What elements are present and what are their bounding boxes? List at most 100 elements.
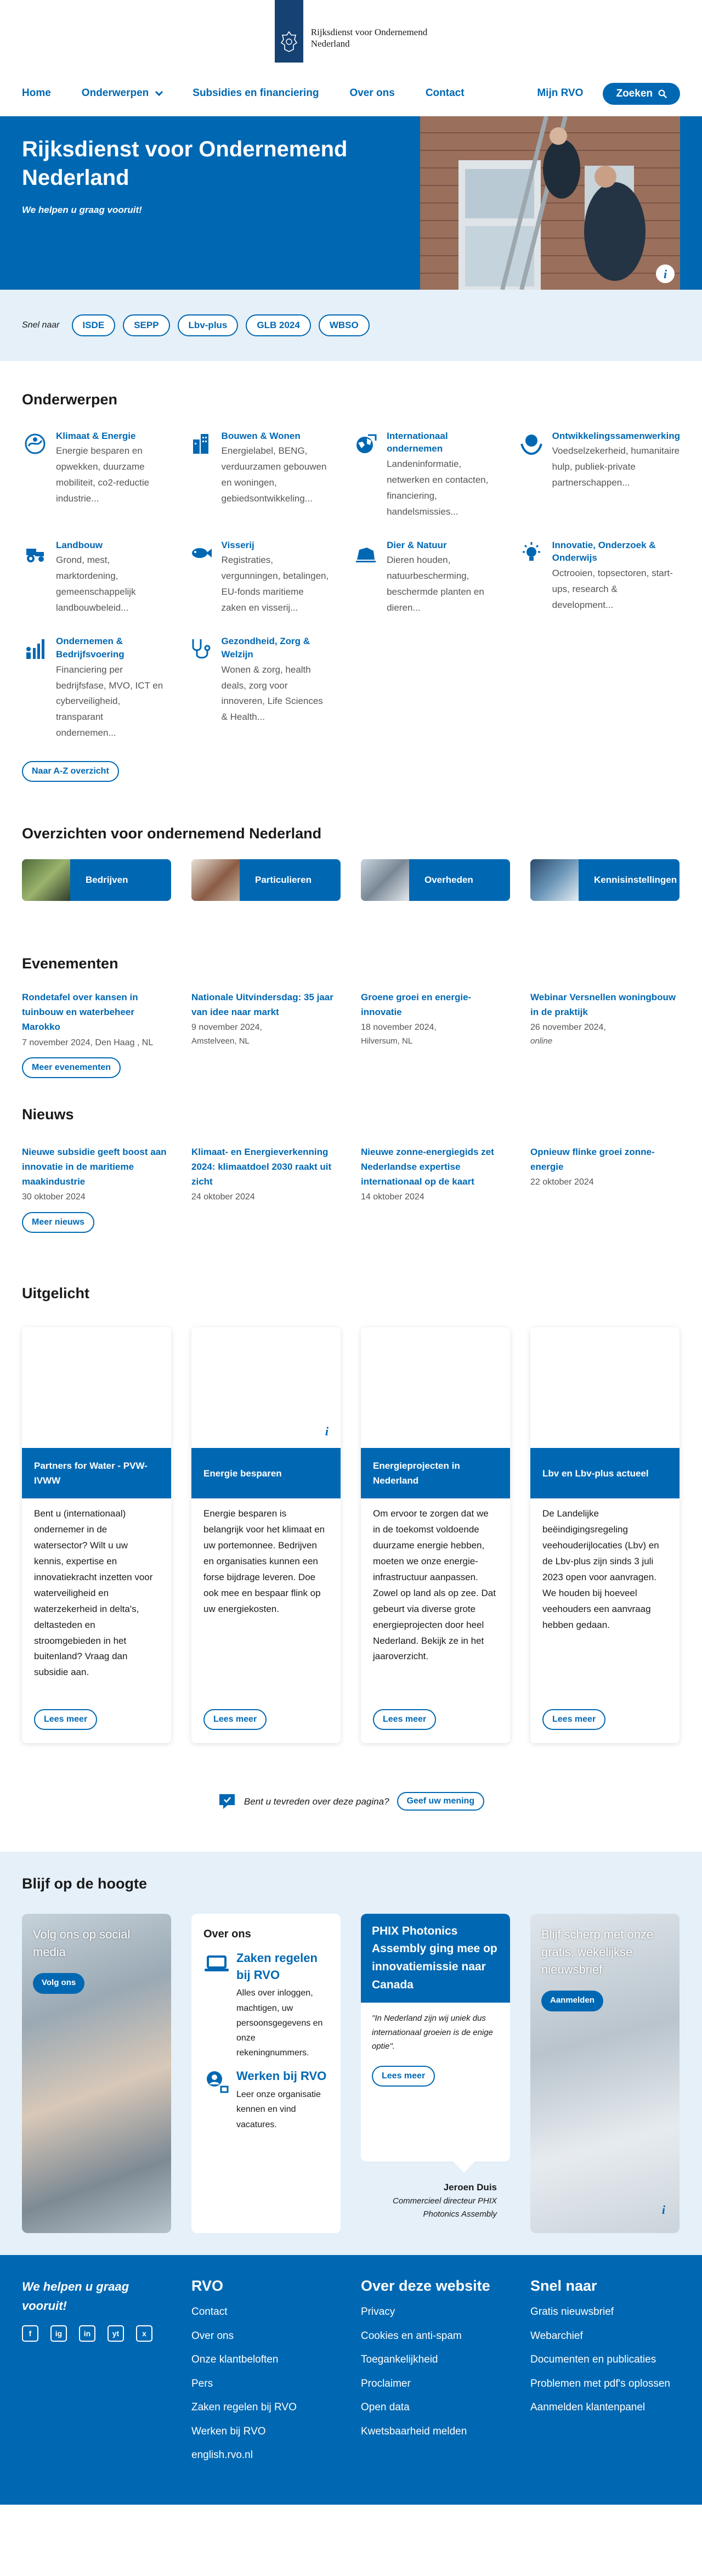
footer-link[interactable]: Toegankelijkheid [361, 2352, 510, 2368]
footer-col-rvo: RVO Contact Over ons Onze klantbeloften … [191, 2277, 341, 2472]
event-item[interactable]: Webinar Versnellen woningbouw in de prak… [530, 990, 680, 1050]
info-icon[interactable]: i [656, 264, 675, 283]
crest-icon [274, 0, 303, 63]
topic-dier-natuur[interactable]: Dier & Natuur Dieren houden, natuurbesche… [353, 539, 496, 616]
footer-link[interactable]: Onze klantbeloften [191, 2352, 341, 2368]
topic-gezondheid[interactable]: Gezondheid, Zorg & Welzijn Wonen & zorg, … [188, 635, 331, 741]
overview-bedrijven[interactable]: Bedrijven [22, 859, 171, 901]
footer-link[interactable]: Privacy [361, 2304, 510, 2320]
footer-link[interactable]: Gratis nieuwsbrief [530, 2304, 680, 2320]
featured-card[interactable]: Energieprojecten in Nederland Om ervoor … [361, 1327, 510, 1744]
topic-text: Octrooien, topsectoren, start-ups, resea… [552, 568, 673, 611]
nav-home[interactable]: Home [22, 86, 51, 102]
topic-ondernemen[interactable]: Ondernemen & Bedrijfsvoering Financiering… [22, 635, 166, 741]
linkedin-icon[interactable]: in [79, 2325, 95, 2342]
topic-ontwikkelingssamenwerking[interactable]: Ontwikkelingssamenwerking Voedselzekerhei… [518, 430, 680, 520]
rvo-logo[interactable]: Rijksdienst voor Ondernemend Nederland [274, 0, 427, 71]
footer-link[interactable]: Documenten en publicaties [530, 2352, 680, 2368]
feedback-button[interactable]: Geef uw mening [397, 1792, 485, 1811]
a-z-overview-button[interactable]: Naar A-Z overzicht [22, 761, 119, 782]
newsletter-signup-button[interactable]: Aanmelden [541, 1990, 603, 2011]
events-heading: Evenementen [22, 955, 118, 972]
news-item[interactable]: Klimaat- en Energieverkenning 2024: klim… [191, 1145, 341, 1204]
featured-card[interactable]: Lbv en Lbv-plus actueel De Landelijke be… [530, 1327, 680, 1744]
site-footer: We helpen u graag vooruit! f ig in yt x … [0, 2254, 702, 2505]
featured-card[interactable]: Partners for Water - PVW-IVWW Bent u (in… [22, 1327, 171, 1744]
info-icon[interactable]: i [325, 1422, 329, 1440]
footer-link[interactable]: Proclaimer [361, 2376, 510, 2392]
footer-link[interactable]: Kwetsbaarheid melden [361, 2424, 510, 2440]
quote-read-more-button[interactable]: Lees meer [372, 2065, 435, 2087]
featured-image: i [191, 1327, 341, 1448]
topic-text: Financiering per bedrijfsfase, MVO, ICT … [56, 664, 163, 739]
overview-particulieren[interactable]: Particulieren [191, 859, 341, 901]
featured-title: Lbv en Lbv-plus actueel [530, 1448, 680, 1499]
nav-subsidies[interactable]: Subsidies en financiering [193, 86, 319, 102]
read-more-button[interactable]: Lees meer [542, 1709, 606, 1731]
newsletter-title: Blijf scherp met onze gratis, wekelijkse… [541, 1927, 654, 1976]
footer-link[interactable]: Open data [361, 2400, 510, 2416]
search-button[interactable]: Zoeken [603, 82, 680, 105]
social-card[interactable]: Volg ons op social media Volg ons [22, 1913, 171, 2233]
overviews-heading: Overzichten voor ondernemend Nederland [22, 825, 322, 842]
footer-link[interactable]: Pers [191, 2376, 341, 2392]
topic-innovatie[interactable]: Innovatie, Onderzoek & Onderwijs Octrooie… [518, 539, 680, 616]
footer-link[interactable]: Aanmelden klantenpanel [530, 2400, 680, 2416]
read-more-button[interactable]: Lees meer [373, 1709, 437, 1731]
footer-link[interactable]: Webarchief [530, 2329, 680, 2344]
more-events-button[interactable]: Meer evenementen [22, 1057, 121, 1079]
topic-klimaat-energie[interactable]: Klimaat & Energie Energie besparen en opw… [22, 430, 166, 520]
quick-link-isde[interactable]: ISDE [71, 314, 116, 336]
nav-over-ons[interactable]: Over ons [349, 86, 394, 102]
hero-title: Rijksdienst voor Ondernemend Nederland [22, 137, 348, 190]
youtube-icon[interactable]: yt [107, 2325, 124, 2342]
topic-text: Energielabel, BENG, verduurzamen gebouwe… [221, 446, 327, 504]
featured-card[interactable]: i Energie besparen Energie besparen is b… [191, 1327, 341, 1744]
instagram-icon[interactable]: ig [50, 2325, 67, 2342]
news-item[interactable]: Nieuwe subsidie geeft boost aan innovati… [22, 1145, 171, 1204]
news-item[interactable]: Opnieuw flinke groei zonne-energie 22 ok… [530, 1145, 680, 1204]
overview-overheden[interactable]: Overheden [361, 859, 510, 901]
topic-landbouw[interactable]: Landbouw Grond, mest, marktordening, geme… [22, 539, 166, 616]
x-icon[interactable]: x [136, 2325, 152, 2342]
topic-grid: Klimaat & Energie Energie besparen en opw… [22, 430, 680, 742]
event-item[interactable]: Groene groei en energie-innovatie 18 nov… [361, 990, 510, 1050]
more-news-button[interactable]: Meer nieuws [22, 1211, 95, 1233]
newsletter-card[interactable]: Blijf scherp met onze gratis, wekelijkse… [530, 1913, 680, 2233]
footer-link[interactable]: Problemen met pdf's oplossen [530, 2376, 680, 2392]
event-item[interactable]: Rondetafel over kansen in tuinbouw en wa… [22, 990, 171, 1050]
nav-contact[interactable]: Contact [426, 86, 465, 102]
featured-image [530, 1327, 680, 1448]
info-icon[interactable]: i [662, 2201, 665, 2219]
footer-link[interactable]: Zaken regelen bij RVO [191, 2400, 341, 2416]
nav-onderwerpen[interactable]: Onderwerpen [82, 86, 163, 102]
event-item[interactable]: Nationale Uitvindersdag: 35 jaar van ide… [191, 990, 341, 1050]
quick-link-lbv-plus[interactable]: Lbv-plus [177, 314, 239, 336]
read-more-button[interactable]: Lees meer [34, 1709, 98, 1731]
topic-internationaal[interactable]: Internationaal ondernemen Landeninformati… [353, 430, 496, 520]
featured-title: Energieprojecten in Nederland [361, 1448, 510, 1499]
quick-link-glb-2024[interactable]: GLB 2024 [246, 314, 311, 336]
featured-heading: Uitgelicht [22, 1284, 90, 1301]
quick-link-wbso[interactable]: WBSO [318, 314, 370, 336]
stethoscope-icon [188, 635, 214, 661]
topic-visserij[interactable]: Visserij Registraties, vergunningen, beta… [188, 539, 331, 616]
footer-tagline: We helpen u graag vooruit! [22, 2279, 129, 2313]
news-item[interactable]: Nieuwe zonne-energiegids zet Nederlandse… [361, 1145, 510, 1204]
follow-us-button[interactable]: Volg ons [33, 1972, 85, 1994]
footer-link[interactable]: Werken bij RVO [191, 2424, 341, 2440]
stay-updated-heading: Blijf op de hoogte [22, 1875, 147, 1892]
footer-link[interactable]: Contact [191, 2304, 341, 2320]
overview-kennisinstellingen[interactable]: Kennisinstellingen [530, 859, 680, 901]
footer-link[interactable]: Over ons [191, 2329, 341, 2344]
mijn-rvo-link[interactable]: Mijn RVO [537, 86, 583, 102]
topic-bouwen-wonen[interactable]: Bouwen & Wonen Energielabel, BENG, verduu… [188, 430, 331, 520]
quick-link-sepp[interactable]: SEPP [123, 314, 170, 336]
logo-line-2: Nederland [310, 38, 350, 49]
about-link-zaken[interactable]: Zaken regelen bij RVO Alles over inloggen… [203, 1950, 329, 2061]
facebook-icon[interactable]: f [22, 2325, 38, 2342]
about-link-werken[interactable]: Werken bij RVO Leer onze organisatie kenn… [203, 2068, 329, 2132]
footer-link[interactable]: english.rvo.nl [191, 2448, 341, 2464]
read-more-button[interactable]: Lees meer [203, 1709, 267, 1731]
footer-link[interactable]: Cookies en anti-spam [361, 2329, 510, 2344]
